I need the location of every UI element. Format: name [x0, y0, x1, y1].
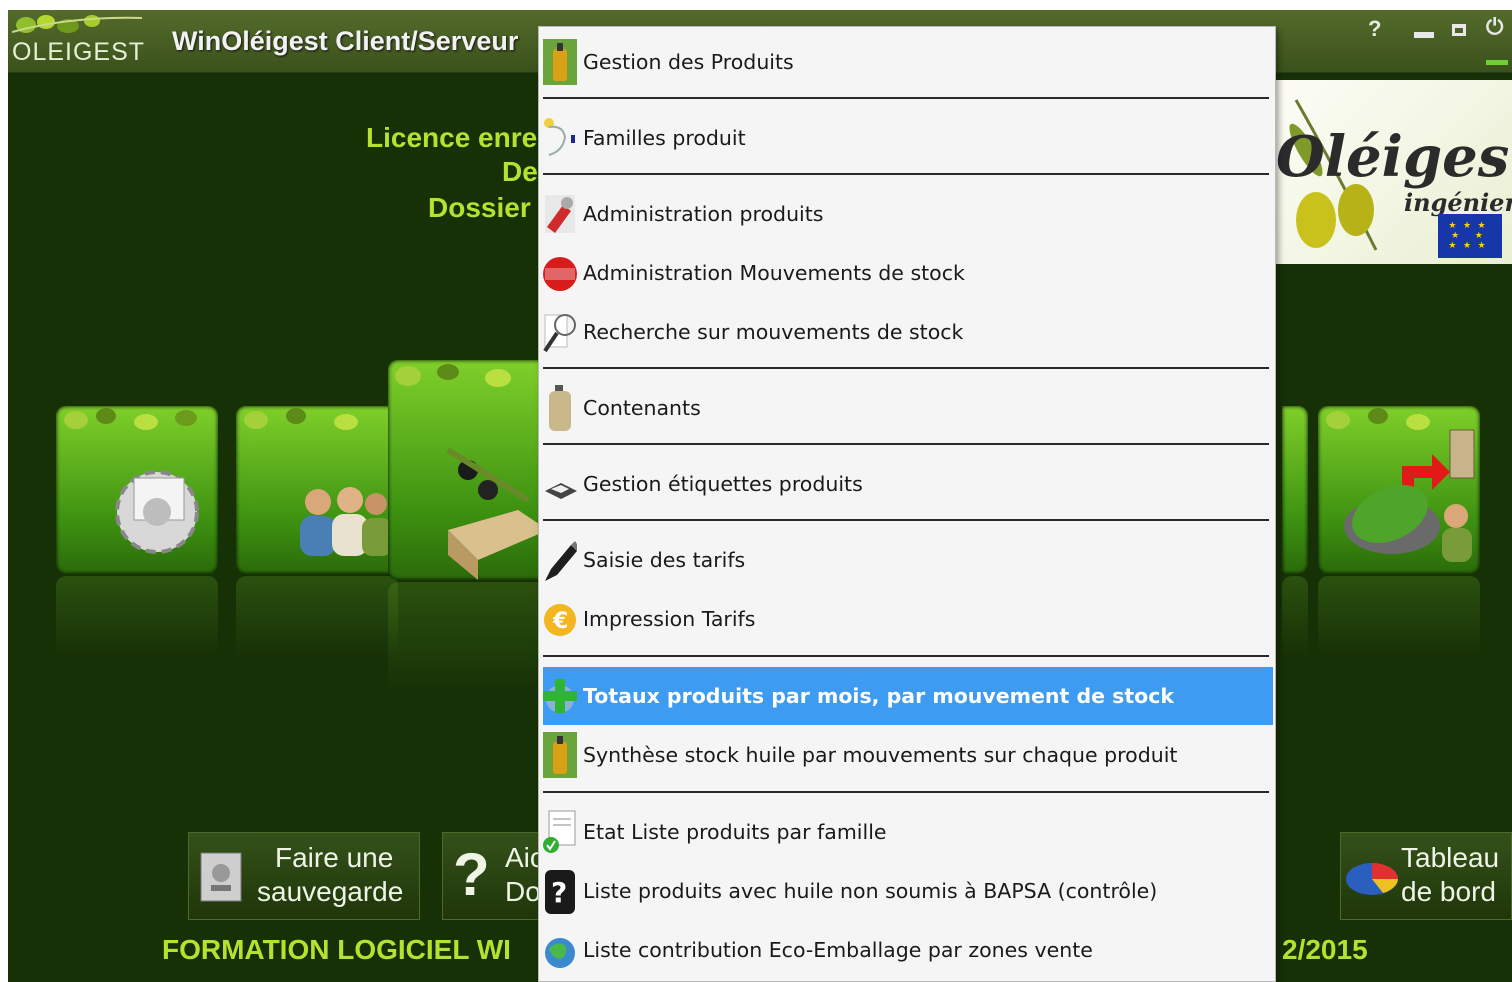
recycle-globe-icon [545, 938, 575, 968]
menu-separator [543, 791, 1269, 793]
menu-item-label: Liste produits avec huile non soumis à B… [583, 879, 1158, 903]
menu-item-synthese-stock[interactable]: Synthèse stock huile par mouvements sur … [539, 726, 1275, 784]
menu-item-label: Saisie des tarifs [583, 548, 746, 572]
power-button[interactable]: ⏻ [1486, 14, 1503, 40]
users-icon [300, 487, 392, 556]
status-indicator [1486, 60, 1508, 65]
help-button[interactable]: ? [1368, 16, 1381, 42]
admin-tools-icon [545, 195, 575, 233]
oil-bottle-icon [543, 39, 577, 85]
olive-branch-icon [64, 408, 197, 430]
dashboard-label-1: Tableau [1401, 842, 1500, 873]
backup-button[interactable]: Faire une sauvegarde [188, 832, 420, 920]
magnifier-icon [543, 314, 576, 353]
license-line-1: Licence enre [366, 122, 538, 153]
menu-item-familles-produit[interactable]: Familles produit [539, 109, 1275, 167]
menu-item-label: Totaux produits par mois, par mouvement … [583, 684, 1175, 708]
tile-reflection [1282, 576, 1308, 656]
menu-item-label: Liste contribution Eco-Emballage par zon… [583, 938, 1093, 962]
logo-text: OLEIGEST [12, 38, 146, 66]
product-context-menu: Gestion des Produits Familles produit Ad… [538, 26, 1276, 982]
menu-separator [543, 97, 1269, 99]
tile-reflection [388, 582, 548, 692]
menu-item-label: Gestion étiquettes produits [583, 472, 863, 496]
eu-flag-icon: ★ ★ ★ ★ ★ ★ ★ ★ [1438, 214, 1502, 258]
svg-text:€: € [552, 609, 568, 634]
footer-text: FORMATION LOGICIEL WI [162, 934, 511, 965]
container-bottle-icon [549, 385, 571, 431]
module-tile-partial[interactable] [1282, 406, 1308, 574]
question-icon: ? [453, 841, 490, 908]
olive-branch-icon [244, 408, 358, 430]
minimize-button[interactable] [1414, 32, 1434, 38]
menu-item-etat-liste-produits[interactable]: Etat Liste produits par famille [539, 803, 1275, 861]
products-module-tile[interactable] [388, 360, 548, 580]
menu-item-label: Recherche sur mouvements de stock [583, 320, 964, 344]
stock-stamp-icon [543, 257, 577, 291]
window-title: WinOléigest Client/Serveur [172, 26, 519, 56]
gear-icon [115, 470, 199, 554]
olive-branch-icon [395, 364, 511, 387]
dashboard-button[interactable]: Tableau de bord [1340, 832, 1512, 920]
export-arrow-icon [1344, 429, 1475, 562]
pie-chart-icon [1346, 863, 1398, 895]
backup-label-1: Faire une [275, 842, 394, 873]
pen-icon [545, 541, 577, 581]
license-line-3: Dossier [428, 192, 531, 223]
menu-item-liste-bapsa[interactable]: ? Liste produits avec huile non soumis à… [539, 862, 1275, 920]
menu-item-label: Contenants [583, 396, 701, 420]
label-printer-icon [545, 483, 577, 499]
menu-item-administration-produits[interactable]: Administration produits [539, 185, 1275, 243]
menu-item-label: Etat Liste produits par famille [583, 820, 887, 844]
menu-separator [543, 367, 1269, 369]
brand-subtitle: ingénierie [1404, 188, 1512, 217]
menu-item-gestion-produits[interactable]: Gestion des Produits [539, 33, 1275, 91]
menu-item-label: Familles produit [583, 126, 746, 150]
tile-reflection [1318, 576, 1480, 656]
menu-item-contenants[interactable]: Contenants [539, 379, 1275, 437]
tile-reflection [56, 576, 218, 656]
question-icon: ? [545, 870, 575, 914]
menu-item-totaux-produits[interactable]: Totaux produits par mois, par mouvement … [543, 667, 1273, 725]
help-documentation-button[interactable]: ? Aic Do [442, 832, 552, 920]
olive-branch-icon [12, 15, 142, 33]
family-tree-icon [544, 118, 575, 156]
menu-item-label: Gestion des Produits [583, 50, 794, 74]
settings-module-tile[interactable] [56, 406, 218, 574]
users-module-tile[interactable] [236, 406, 398, 574]
license-line-2: De [502, 156, 538, 187]
brand-name: Oléigest [1276, 124, 1512, 190]
menu-item-label: Synthèse stock huile par mouvements sur … [583, 743, 1178, 767]
help-label-2: Do [505, 876, 541, 907]
menu-item-administration-mouvements[interactable]: Administration Mouvements de stock [539, 244, 1275, 302]
menu-separator [543, 173, 1269, 175]
oleigest-logo: OLEIGEST [8, 10, 148, 72]
menu-item-label: Impression Tarifs [583, 607, 756, 631]
brand-panel: Oléigest ingénierie ★ ★ ★★ ★★ ★ ★ [1276, 80, 1512, 264]
menu-item-eco-emballage[interactable]: Liste contribution Eco-Emballage par zon… [539, 921, 1275, 979]
menu-item-impression-tarifs[interactable]: € Impression Tarifs [539, 590, 1275, 648]
plus-globe-icon [543, 679, 577, 713]
olive-box-icon [446, 447, 548, 580]
export-module-tile[interactable] [1318, 406, 1480, 574]
menu-separator [543, 519, 1269, 521]
menu-item-saisie-tarifs[interactable]: Saisie des tarifs [539, 531, 1275, 589]
oil-bottle-icon [543, 732, 577, 778]
menu-item-label: Administration produits [583, 202, 824, 226]
safe-icon [200, 852, 242, 902]
footer-date: 2/2015 [1282, 934, 1368, 965]
menu-item-etiquettes[interactable]: Gestion étiquettes produits [539, 455, 1275, 513]
document-check-icon [543, 810, 576, 853]
backup-label-2: sauvegarde [257, 876, 404, 907]
menu-separator [543, 443, 1269, 445]
svg-text:?: ? [551, 876, 567, 909]
menu-item-recherche-mouvements[interactable]: Recherche sur mouvements de stock [539, 303, 1275, 361]
tile-reflection [236, 576, 398, 656]
maximize-button[interactable] [1452, 24, 1466, 36]
euro-icon: € [544, 604, 576, 636]
menu-item-label: Administration Mouvements de stock [583, 261, 965, 285]
dashboard-label-2: de bord [1401, 876, 1496, 907]
menu-separator [543, 655, 1269, 657]
